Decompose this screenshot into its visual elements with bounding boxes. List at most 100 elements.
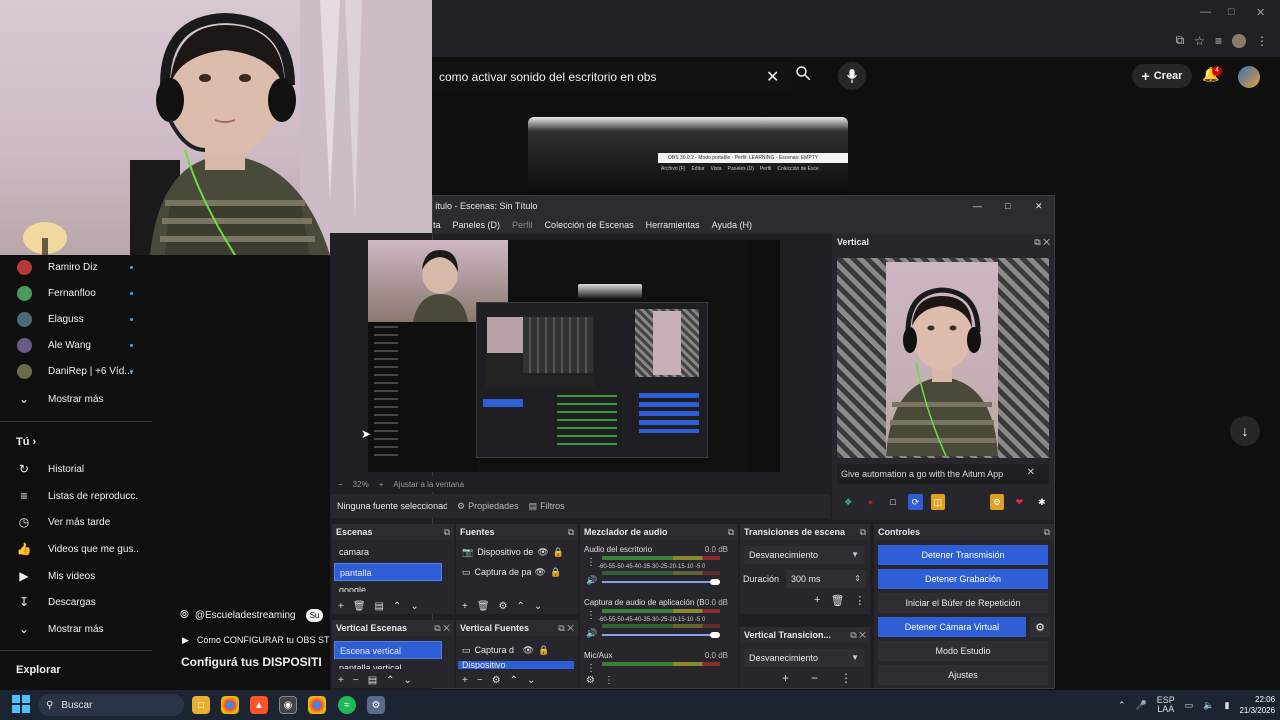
lock-icon[interactable]: 🔒 xyxy=(550,563,561,581)
move-up-icon[interactable]: ⌃ xyxy=(517,601,525,612)
mixer-menu-icon[interactable]: ⋮ xyxy=(604,675,614,686)
battery-icon[interactable]: ▮ xyxy=(1225,700,1230,711)
obs-taskbar-icon[interactable]: ◉ xyxy=(279,696,297,714)
properties-button[interactable]: ⚙ Propiedades xyxy=(457,501,519,512)
dock-float-icon[interactable]: ⧉ xyxy=(728,524,734,540)
channel-menu-icon[interactable]: ⋮ xyxy=(586,557,596,568)
network-icon[interactable]: ▭ xyxy=(1185,700,1194,711)
sidebar-item-liked[interactable]: 👍 Videos que me gus... xyxy=(0,537,160,561)
volume-knob[interactable] xyxy=(710,579,720,585)
chrome-icon[interactable] xyxy=(221,696,239,714)
move-up-icon[interactable]: ⌃ xyxy=(386,675,394,686)
volume-slider[interactable] xyxy=(602,634,720,636)
search-input[interactable]: como activar sonido del escritorio en ob… xyxy=(432,62,792,92)
duration-spinbox[interactable]: 300 ms ⇕ xyxy=(786,570,866,588)
windows-start-icon[interactable] xyxy=(12,695,30,713)
dock-float-icon[interactable]: ⧉ xyxy=(860,524,866,540)
scene-item[interactable]: google xyxy=(334,583,442,592)
taskbar-clock[interactable]: 22:06 21/3/2026 xyxy=(1239,694,1275,716)
menu-icon[interactable]: ⋮ xyxy=(854,594,865,607)
install-icon[interactable]: ⧉ xyxy=(1176,33,1185,48)
dock-float-icon[interactable]: ⧉ xyxy=(444,524,450,540)
zoom-in-icon[interactable]: + xyxy=(379,480,384,489)
gear-icon[interactable]: ⚙ xyxy=(499,601,508,612)
sidebar-item-history[interactable]: ↻ Historial xyxy=(0,457,160,481)
menu-item[interactable]: ta xyxy=(433,216,441,234)
settings-app-icon[interactable]: ⚙ xyxy=(367,696,385,714)
voice-search-button[interactable] xyxy=(838,62,866,90)
scroll-down-button[interactable]: ↓ xyxy=(1230,416,1260,446)
settings-button[interactable]: Ajustes xyxy=(878,665,1048,685)
maximize-icon[interactable]: □ xyxy=(1228,6,1235,18)
add-icon[interactable]: + xyxy=(462,601,468,612)
virtual-camera-settings-icon[interactable]: ⚙ xyxy=(1030,617,1050,637)
brave-browser-icon[interactable]: ▲ xyxy=(250,696,268,714)
heart-icon[interactable]: ❤ xyxy=(1012,494,1026,510)
transition-select[interactable]: Desvanecimiento ▼ xyxy=(744,546,864,564)
menu-icon[interactable]: ⋮ xyxy=(840,671,852,685)
close-banner-icon[interactable]: ✕ xyxy=(1027,467,1035,478)
language-indicator[interactable]: ESP LAA xyxy=(1157,696,1175,714)
microphone-tray-icon[interactable]: 🎤 xyxy=(1136,700,1147,711)
square-icon[interactable]: □ xyxy=(886,494,900,510)
remove-icon[interactable]: − xyxy=(353,675,359,686)
account-avatar[interactable] xyxy=(1238,66,1260,88)
lock-icon[interactable]: 🔒 xyxy=(553,543,564,561)
move-up-icon[interactable]: ⌃ xyxy=(393,601,401,612)
aitum-banner[interactable]: Give automation a go with the Aitum App ✕ xyxy=(837,464,1049,484)
source-item[interactable]: 📷Dispositivo de vid👁 🔒 xyxy=(458,543,574,561)
search-button[interactable] xyxy=(794,64,820,90)
move-down-icon[interactable]: ⌄ xyxy=(404,675,412,686)
vertical-transition-select[interactable]: Desvanecimiento ▼ xyxy=(744,649,864,667)
source-item[interactable]: ▭ Captura de pan 👁 🔒 xyxy=(458,563,574,581)
profile-avatar[interactable] xyxy=(1232,33,1246,48)
zoom-out-icon[interactable]: − xyxy=(338,480,343,489)
minimize-icon[interactable]: — xyxy=(973,196,982,216)
stop-virtual-camera-button[interactable]: Detener Cámara Virtual xyxy=(878,617,1026,637)
trash-icon[interactable]: 🗑 xyxy=(353,601,366,612)
dock-controls[interactable]: ⧉ ✕ xyxy=(1034,234,1050,250)
scene-item[interactable]: camara xyxy=(334,543,442,561)
spotify-icon[interactable]: ≈ xyxy=(338,696,356,714)
channel-menu-icon[interactable]: ⋮ xyxy=(586,610,596,621)
dock-controls[interactable]: ⧉ ✕ xyxy=(558,620,574,636)
dock-controls[interactable]: ⧉ ✕ xyxy=(434,620,450,636)
vertical-scene-item-selected[interactable]: Escena vertical xyxy=(334,641,442,659)
mixer-settings-icon[interactable]: ⚙ xyxy=(586,675,595,686)
dock-float-icon[interactable]: ⧉ xyxy=(1044,524,1050,540)
dock-controls[interactable]: ⧉ ✕ xyxy=(850,627,866,643)
menu-item-tools[interactable]: Herramientas xyxy=(646,216,700,234)
move-down-icon[interactable]: ⌄ xyxy=(410,601,418,612)
record-icon[interactable]: ● xyxy=(863,494,877,510)
chrome-profile-icon[interactable] xyxy=(308,696,326,714)
you-section-header[interactable]: Tú › xyxy=(16,436,36,448)
speaker-icon[interactable]: 🔊 xyxy=(586,575,597,586)
scene-filters-icon[interactable]: ▤ xyxy=(375,601,384,612)
stop-streaming-button[interactable]: Detener Transmisión xyxy=(878,545,1048,565)
trash-icon[interactable]: 🗑 xyxy=(830,594,844,607)
remove-icon[interactable]: − xyxy=(811,671,818,685)
menu-item-scene-collection[interactable]: Colección de Escenas xyxy=(545,216,634,234)
vertical-scene-item[interactable]: pantalla vertical xyxy=(334,661,442,669)
move-down-icon[interactable]: ⌄ xyxy=(527,675,535,686)
create-button[interactable]: + Crear xyxy=(1132,64,1192,88)
maximize-icon[interactable]: □ xyxy=(1005,196,1010,216)
now-playing-row[interactable]: ▶ Cómo CONFIGURAR tu OBS ST xyxy=(182,635,329,646)
obs-preview-canvas[interactable] xyxy=(368,240,780,472)
file-explorer-icon[interactable]: □ xyxy=(192,696,210,714)
studio-mode-button[interactable]: Modo Estudio xyxy=(878,641,1048,661)
remove-icon[interactable]: − xyxy=(477,675,483,686)
subscription-item[interactable]: Ale Wang xyxy=(0,333,160,357)
gear-icon[interactable]: ⚙ xyxy=(492,675,501,686)
add-icon[interactable]: + xyxy=(462,675,468,686)
sidebar-item-watch-later[interactable]: ◷ Ver más tarde xyxy=(0,510,160,534)
eye-icon[interactable]: 👁 xyxy=(537,543,548,561)
add-icon[interactable]: + xyxy=(338,601,344,612)
sidebar-item-my-videos[interactable]: ▶ Mis videos xyxy=(0,564,160,588)
dock-float-icon[interactable]: ⧉ xyxy=(568,524,574,540)
subscription-item[interactable]: Ramiro Diz xyxy=(0,255,160,279)
more-menu-icon[interactable]: ⋮ xyxy=(1256,34,1268,48)
stop-recording-button[interactable]: Detener Grabación xyxy=(878,569,1048,589)
move-up-icon[interactable]: ⌃ xyxy=(510,675,518,686)
volume-knob[interactable] xyxy=(710,632,720,638)
